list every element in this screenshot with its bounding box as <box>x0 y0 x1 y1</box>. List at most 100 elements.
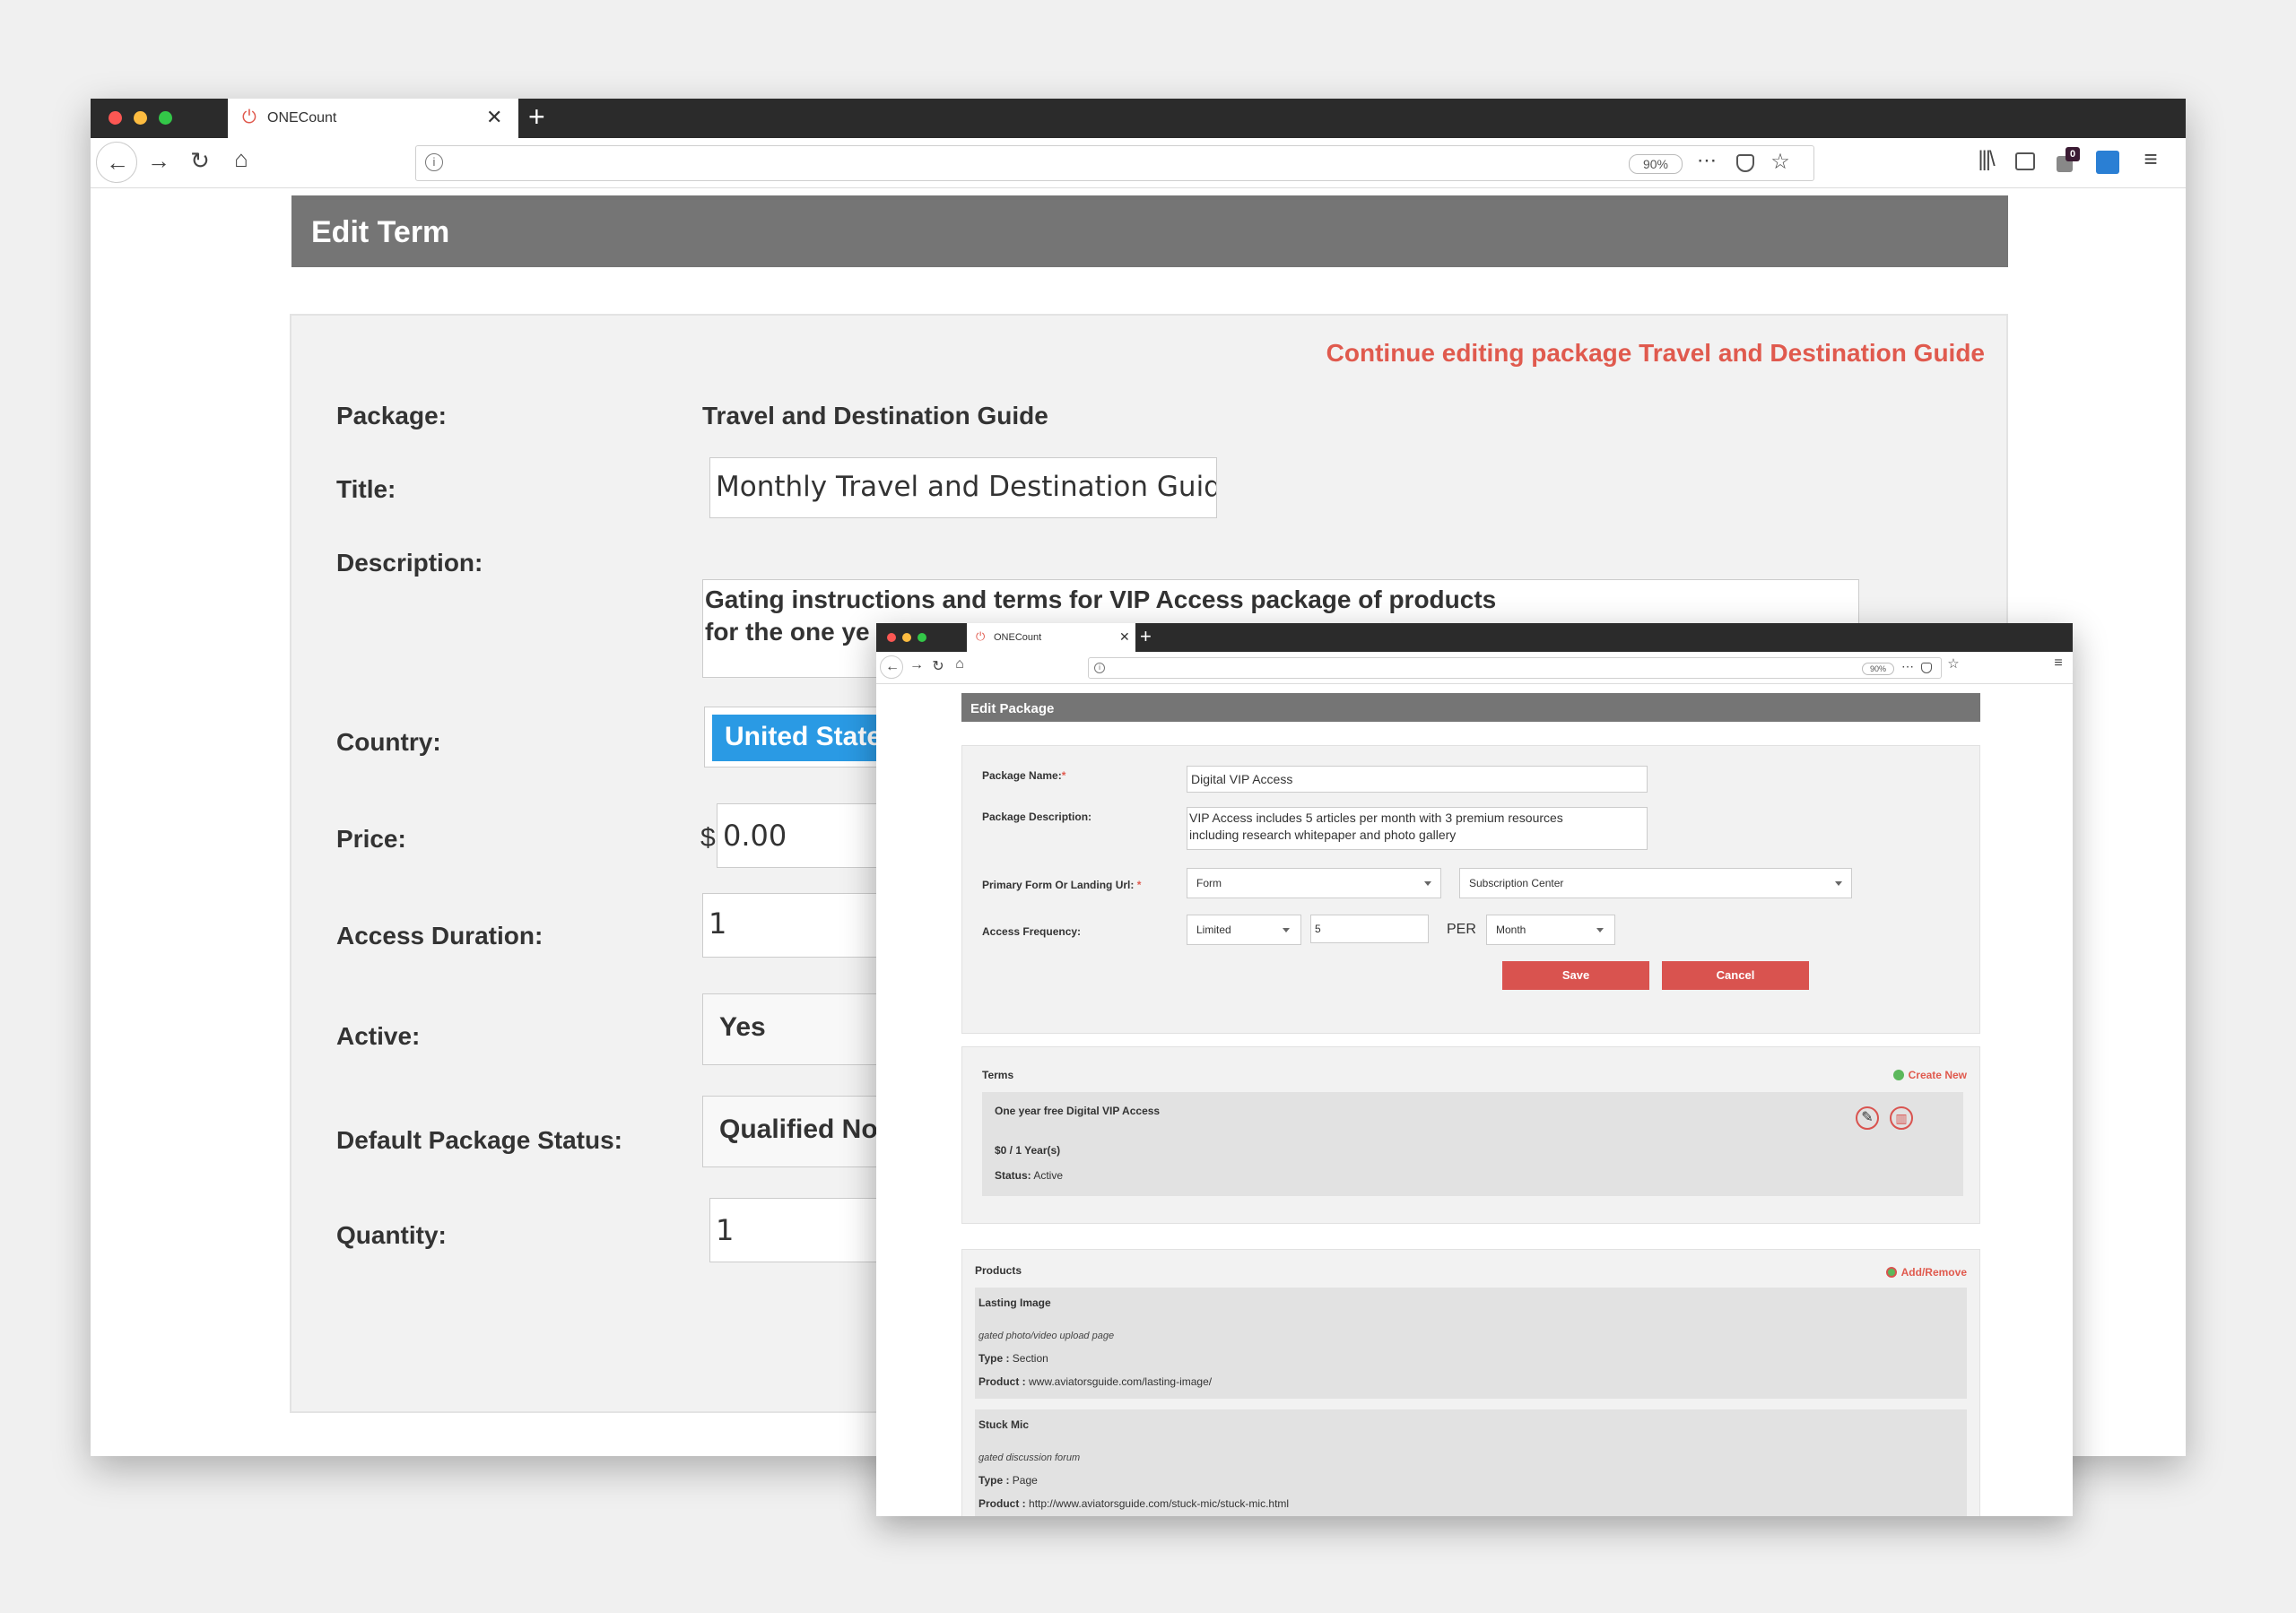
library-icon[interactable]: |||\ <box>1970 147 2001 172</box>
reload-icon[interactable]: ↻ <box>184 147 216 175</box>
edit-icon[interactable]: ✎ <box>1856 1106 1879 1130</box>
product-type: Type : Section <box>978 1352 1048 1365</box>
maximize-window-button[interactable] <box>918 633 926 642</box>
product-item: Lasting Image gated photo/video upload p… <box>975 1288 1967 1399</box>
price-label: Price: <box>336 825 406 853</box>
description-line-1: Gating instructions and terms for VIP Ac… <box>705 585 1497 613</box>
page-title: Edit Term <box>311 215 450 249</box>
package-description-line-1: VIP Access includes 5 articles per month… <box>1189 811 1563 825</box>
sync-extension-icon[interactable] <box>2096 151 2119 174</box>
close-tab-icon[interactable]: ✕ <box>486 106 502 129</box>
terms-heading: Terms <box>982 1069 1014 1081</box>
quantity-label: Quantity: <box>336 1221 447 1249</box>
access-frequency-period-select[interactable]: Month <box>1486 915 1615 945</box>
product-description: gated photo/video upload page <box>978 1331 1115 1341</box>
chevron-down-icon <box>1596 928 1604 932</box>
add-remove-label: Add/Remove <box>1900 1266 1967 1279</box>
zoom-level[interactable]: 90% <box>1629 154 1683 174</box>
extension-icon[interactable]: 0 <box>2055 147 2080 172</box>
back-button[interactable]: ← <box>96 142 137 183</box>
create-new-link[interactable]: Create New <box>1893 1067 1967 1083</box>
tab-bar: ⏻ ONECount ✕ + <box>91 99 2186 138</box>
hamburger-menu-icon[interactable]: ≡ <box>2137 145 2164 173</box>
description-label: Description: <box>336 549 483 577</box>
chevron-down-icon <box>1835 881 1842 886</box>
product-type: Type : Page <box>978 1474 1038 1487</box>
access-duration-label: Access Duration: <box>336 922 544 950</box>
package-name-label: Package Name:* <box>982 769 1066 782</box>
cancel-button[interactable]: Cancel <box>1662 961 1809 990</box>
tab-title: ONECount <box>267 110 337 126</box>
close-tab-icon[interactable]: ✕ <box>1119 629 1130 645</box>
minimize-window-button[interactable] <box>134 111 147 125</box>
browser-window-edit-package: ⏻ ONECount ✕ + ← → ↻ ⌂ i 90% ⋯ ☆ ≡ Edit … <box>876 623 2073 1516</box>
active-label: Active: <box>336 1022 421 1050</box>
term-item: One year free Digital VIP Access $0 / 1 … <box>982 1092 1963 1196</box>
arrow-left-icon: ← <box>106 149 129 176</box>
new-tab-icon[interactable]: + <box>1140 625 1152 648</box>
zoom-level[interactable]: 90% <box>1862 663 1894 675</box>
products-heading: Products <box>975 1264 1022 1277</box>
more-actions-icon[interactable]: ⋯ <box>1692 149 1722 172</box>
default-package-status-label: Default Package Status: <box>336 1126 622 1154</box>
package-label: Package: <box>336 402 447 429</box>
pocket-icon[interactable] <box>1921 663 1932 673</box>
home-icon[interactable]: ⌂ <box>950 656 970 672</box>
url-bar[interactable]: i 90% ⋯ <box>1088 657 1942 679</box>
arrow-right-icon[interactable]: → <box>143 147 175 175</box>
url-bar[interactable]: i 90% ⋯ ☆ <box>415 145 1814 181</box>
new-tab-icon[interactable]: + <box>528 100 545 134</box>
home-icon[interactable]: ⌂ <box>225 145 257 173</box>
primary-form-label: Primary Form Or Landing Url: * <box>982 879 1142 891</box>
primary-form-type-select[interactable]: Form <box>1187 868 1441 898</box>
info-icon[interactable]: i <box>1094 663 1105 673</box>
back-button[interactable]: ← <box>880 655 903 679</box>
package-description-line-2: including research whitepaper and photo … <box>1189 828 1457 842</box>
products-panel: Products Add/Remove Lasting Image gated … <box>961 1249 1980 1516</box>
access-frequency-count-input[interactable]: 5 <box>1310 915 1429 943</box>
minimize-window-button[interactable] <box>902 633 911 642</box>
edit-package-header: Edit Package <box>961 693 1980 722</box>
sidebar-icon[interactable] <box>2015 152 2035 170</box>
tab-title: ONECount <box>994 632 1042 643</box>
primary-form-name-select[interactable]: Subscription Center <box>1459 868 1852 898</box>
tab-onecount[interactable]: ⏻ ONECount ✕ <box>228 99 518 138</box>
power-icon: ⏻ <box>242 108 257 127</box>
term-status: Status: Active <box>995 1169 1064 1182</box>
info-icon[interactable]: i <box>425 153 443 171</box>
package-description-textarea[interactable]: VIP Access includes 5 articles per month… <box>1187 807 1648 850</box>
maximize-window-button[interactable] <box>159 111 172 125</box>
page-title: Edit Package <box>970 701 1055 716</box>
edit-term-header: Edit Term <box>291 195 2008 267</box>
save-button[interactable]: Save <box>1502 961 1649 990</box>
hamburger-menu-icon[interactable]: ≡ <box>2049 655 2067 672</box>
continue-editing-link[interactable]: Continue editing package Travel and Dest… <box>1326 339 1985 368</box>
package-description-label: Package Description: <box>982 811 1092 823</box>
terms-panel: Terms Create New One year free Digital V… <box>961 1046 1980 1224</box>
delete-icon[interactable]: ▥ <box>1890 1106 1913 1130</box>
product-url: Product : http://www.aviatorsguide.com/s… <box>978 1497 1290 1510</box>
access-frequency-period-value: Month <box>1496 924 1526 936</box>
reload-icon[interactable]: ↻ <box>928 657 948 675</box>
bookmark-star-icon[interactable]: ☆ <box>1767 149 1794 175</box>
chevron-down-icon <box>1424 881 1431 886</box>
currency-symbol: $ <box>700 823 716 853</box>
more-actions-icon[interactable]: ⋯ <box>1900 659 1916 674</box>
arrow-right-icon[interactable]: → <box>907 657 926 673</box>
add-remove-link[interactable]: Add/Remove <box>1886 1264 1967 1280</box>
package-name-input[interactable]: Digital VIP Access <box>1187 766 1648 793</box>
title-input[interactable]: Monthly Travel and Destination Guid <box>709 457 1217 518</box>
package-form-panel: Package Name:* Digital VIP Access Packag… <box>961 745 1980 1034</box>
nav-toolbar: ← → ↻ ⌂ i 90% ⋯ ☆ ≡ <box>876 652 2073 684</box>
close-window-button[interactable] <box>887 633 896 642</box>
access-frequency-type-select[interactable]: Limited <box>1187 915 1301 945</box>
product-name: Lasting Image <box>978 1296 1051 1309</box>
access-frequency-type-value: Limited <box>1196 924 1231 936</box>
bookmark-star-icon[interactable]: ☆ <box>1945 655 1961 672</box>
create-new-label: Create New <box>1908 1069 1967 1081</box>
close-window-button[interactable] <box>109 111 122 125</box>
primary-form-name-value: Subscription Center <box>1469 877 1564 889</box>
pocket-icon[interactable] <box>1736 154 1754 172</box>
title-label: Title: <box>336 475 396 503</box>
tab-onecount[interactable]: ⏻ ONECount ✕ <box>967 623 1135 652</box>
